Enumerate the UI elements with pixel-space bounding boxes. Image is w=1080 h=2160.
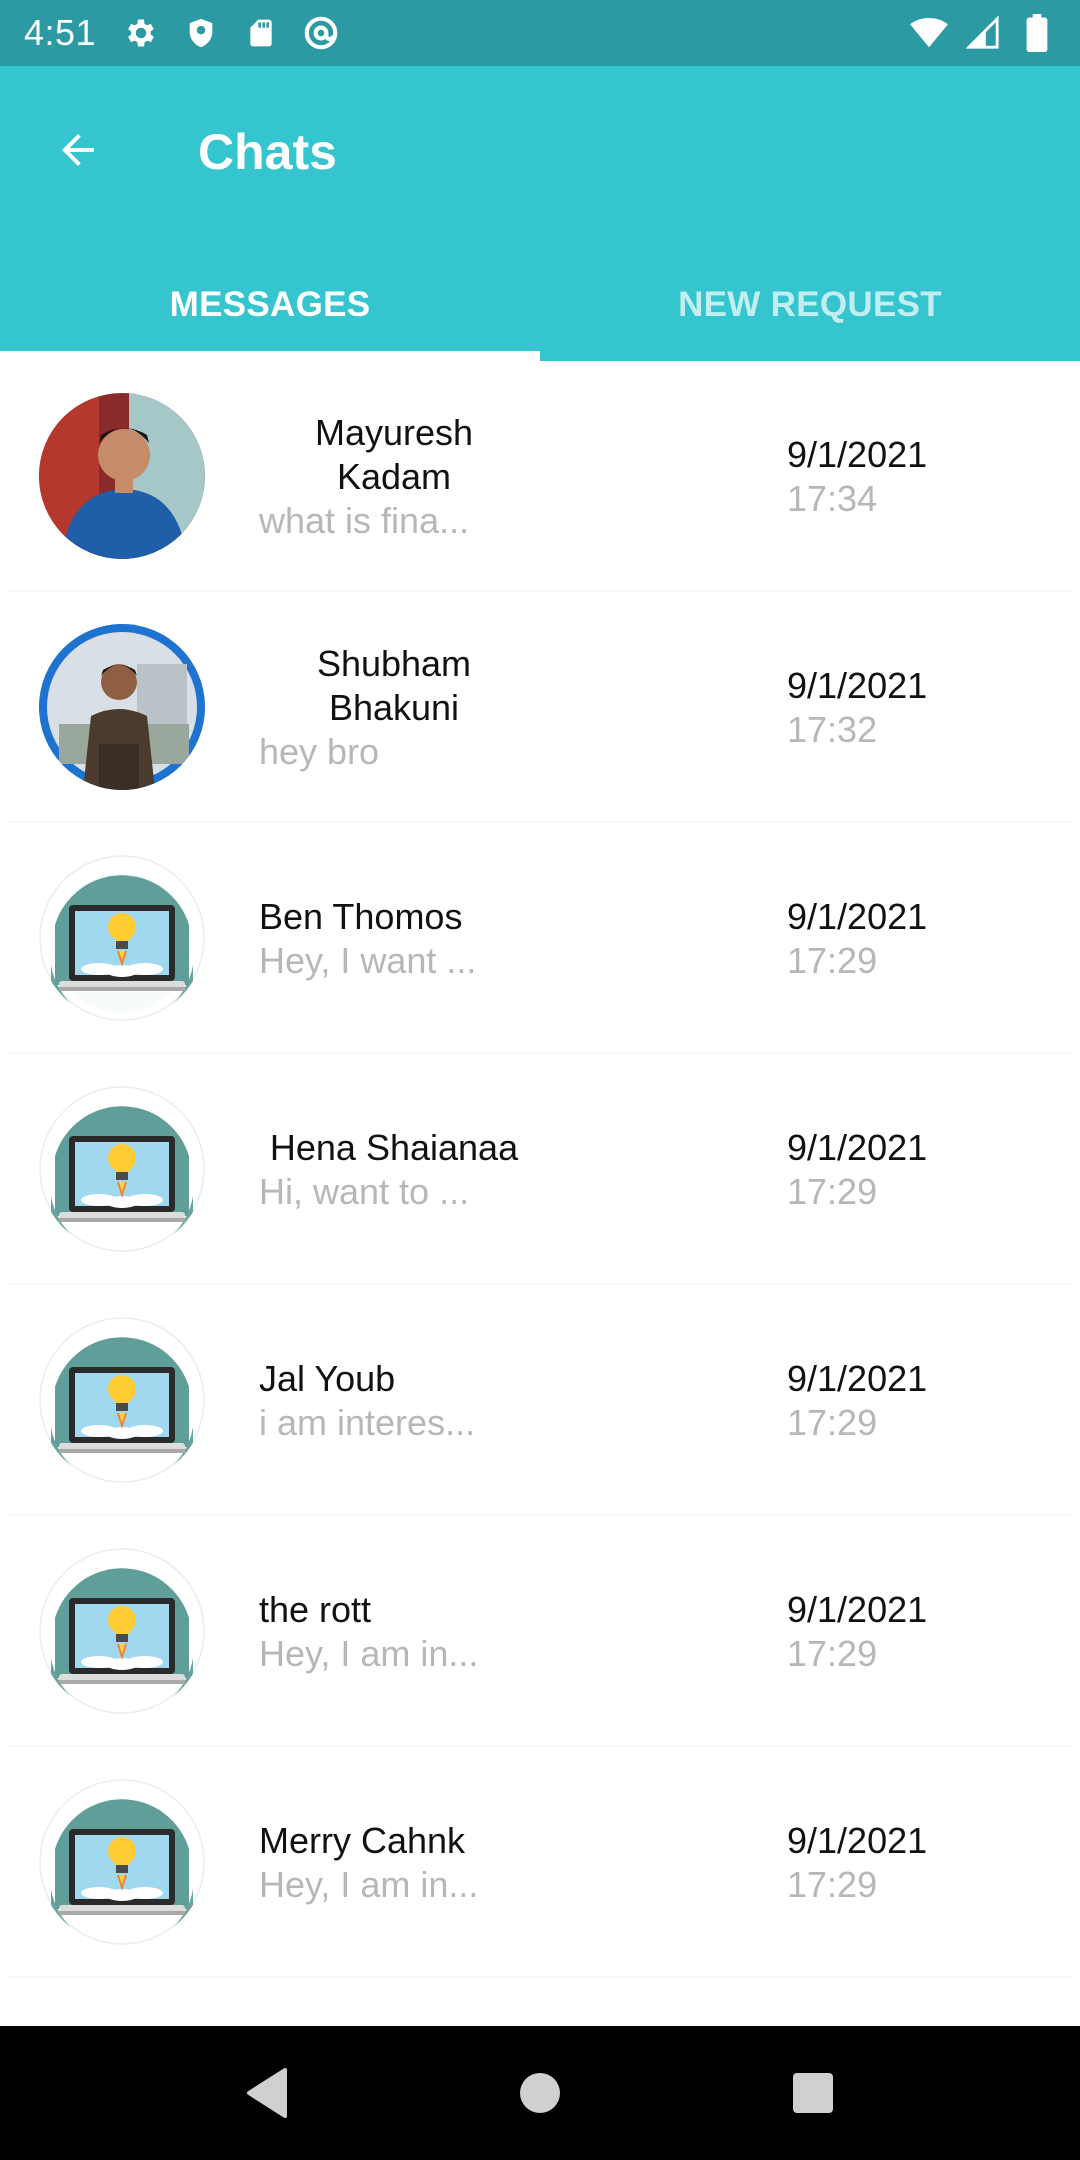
- nav-recents-button[interactable]: [773, 2053, 853, 2133]
- app-bar: Chats MESSAGES NEW REQUEST: [0, 66, 1080, 361]
- wifi-icon: [910, 14, 948, 52]
- chat-preview: i am interes...: [259, 1401, 476, 1443]
- tab-messages[interactable]: MESSAGES: [0, 248, 540, 361]
- chat-time: 17:29: [787, 1632, 878, 1674]
- avatar[interactable]: [39, 1086, 205, 1252]
- chat-preview: what is fina...: [259, 499, 470, 541]
- status-left: 4:51: [24, 12, 340, 54]
- chat-list-item[interactable]: the rott Hey, I am in... 9/1/2021 17:29: [7, 1516, 1073, 1747]
- chat-text: Mayuresh Kadam what is fina...: [259, 361, 529, 592]
- chat-meta: 9/1/2021 17:29: [787, 1747, 927, 1978]
- chat-list-item[interactable]: Hena Shaianaa Hi, want to ... 9/1/2021 1…: [7, 1054, 1073, 1285]
- chat-name: the rott: [259, 1588, 372, 1630]
- avatar[interactable]: [39, 1548, 205, 1714]
- chat-list-item[interactable]: Ben Thomos Hey, I want ... 9/1/2021 17:2…: [7, 823, 1073, 1054]
- chat-list-item[interactable]: Mayuresh Kadam what is fina... 9/1/2021 …: [7, 361, 1073, 592]
- home-circle-icon: [519, 2073, 560, 2113]
- avatar[interactable]: [39, 855, 205, 1021]
- chat-name: Mayuresh Kadam: [314, 411, 474, 497]
- avatar[interactable]: [39, 1317, 205, 1483]
- battery-icon: [1018, 14, 1056, 52]
- startup-laptop-icon: [39, 1548, 205, 1714]
- tab-bar: MESSAGES NEW REQUEST: [0, 248, 1080, 361]
- system-navigation-bar: [0, 2026, 1080, 2160]
- chat-meta: 9/1/2021 17:32: [787, 592, 927, 823]
- recents-square-icon: [793, 2073, 834, 2113]
- chat-text: Jal Youb i am interes...: [259, 1285, 529, 1516]
- chat-time: 17:29: [787, 1401, 878, 1443]
- chat-list-item[interactable]: Jal Youb i am interes... 9/1/2021 17:29: [7, 1285, 1073, 1516]
- chat-text: Hena Shaianaa Hi, want to ...: [259, 1054, 529, 1285]
- chat-date: 9/1/2021: [787, 1126, 928, 1168]
- chat-time: 17:34: [787, 477, 878, 519]
- chat-preview: hey bro: [259, 730, 380, 772]
- chat-meta: 9/1/2021 17:29: [787, 1516, 927, 1747]
- chat-meta: 9/1/2021 17:29: [787, 823, 927, 1054]
- chat-name: Jal Youb: [259, 1357, 396, 1399]
- active-tab-indicator: [0, 351, 540, 361]
- chat-date: 9/1/2021: [787, 1357, 928, 1399]
- chat-date: 9/1/2021: [787, 1819, 928, 1861]
- chat-date: 9/1/2021: [787, 664, 928, 706]
- chat-meta: 9/1/2021 17:29: [787, 1285, 927, 1516]
- chat-text: Merry Cahnk Hey, I am in...: [259, 1747, 529, 1978]
- signal-icon: [964, 14, 1002, 52]
- status-notification-icons: [122, 14, 340, 52]
- chat-name: Ben Thomos: [259, 895, 463, 937]
- chat-time: 17:32: [787, 708, 878, 750]
- chat-preview: Hey, I want ...: [259, 939, 477, 981]
- chat-time: 17:29: [787, 1170, 878, 1212]
- arrow-left-icon: [62, 134, 94, 166]
- shield-icon: [182, 14, 220, 52]
- avatar[interactable]: [39, 1779, 205, 1945]
- chat-name: Merry Cahnk: [259, 1819, 466, 1861]
- chat-list: Mayuresh Kadam what is fina... 9/1/2021 …: [0, 361, 1080, 1978]
- chat-time: 17:29: [787, 939, 878, 981]
- chat-preview: Hey, I am in...: [259, 1632, 479, 1674]
- chat-date: 9/1/2021: [787, 895, 928, 937]
- chat-date: 9/1/2021: [787, 1588, 928, 1630]
- nav-home-button[interactable]: [500, 2053, 580, 2133]
- gear-icon: [122, 14, 160, 52]
- chat-meta: 9/1/2021 17:29: [787, 1054, 927, 1285]
- chat-date: 9/1/2021: [787, 433, 928, 475]
- at-sign-icon: [302, 14, 340, 52]
- chat-meta: 9/1/2021 17:34: [787, 361, 927, 592]
- chat-preview: Hi, want to ...: [259, 1170, 470, 1212]
- status-time: 4:51: [24, 12, 97, 53]
- startup-laptop-icon: [39, 1086, 205, 1252]
- startup-laptop-icon: [39, 1779, 205, 1945]
- chat-time: 17:29: [787, 1863, 878, 1905]
- page-title: Chats: [198, 124, 337, 180]
- chat-text: the rott Hey, I am in...: [259, 1516, 529, 1747]
- chat-name: Hena Shaianaa: [269, 1126, 519, 1168]
- chat-name: Shubham Bhakuni: [316, 642, 472, 728]
- status-bar: 4:51: [0, 0, 1080, 66]
- person-photo-icon: [39, 393, 205, 559]
- back-triangle-icon: [246, 2068, 287, 2118]
- startup-laptop-icon: [39, 1317, 205, 1483]
- startup-laptop-icon: [39, 855, 205, 1021]
- avatar[interactable]: [39, 624, 205, 790]
- sd-card-icon: [242, 14, 280, 52]
- nav-back-button[interactable]: [227, 2053, 307, 2133]
- chat-text: Ben Thomos Hey, I want ...: [259, 823, 529, 1054]
- chat-preview: Hey, I am in...: [259, 1863, 479, 1905]
- chat-list-item[interactable]: Shubham Bhakuni hey bro 9/1/2021 17:32: [7, 592, 1073, 823]
- avatar[interactable]: [39, 393, 205, 559]
- status-system-icons: [910, 14, 1056, 52]
- chat-text: Shubham Bhakuni hey bro: [259, 592, 529, 823]
- chat-list-item[interactable]: Merry Cahnk Hey, I am in... 9/1/2021 17:…: [7, 1747, 1073, 1978]
- tab-new-request[interactable]: NEW REQUEST: [540, 248, 1080, 361]
- person-photo-icon: [39, 624, 205, 790]
- back-button[interactable]: [38, 110, 118, 190]
